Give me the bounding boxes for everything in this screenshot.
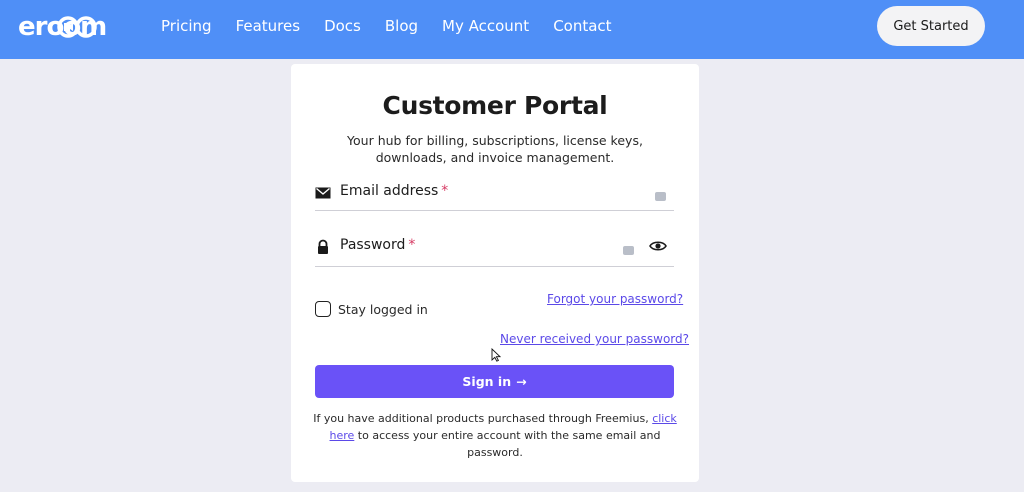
nav-contact[interactable]: Contact — [553, 17, 611, 35]
page-subtitle: Your hub for billing, subscriptions, lic… — [347, 133, 643, 165]
password-label: Password * — [340, 237, 416, 253]
main-nav: Pricing Features Docs Blog My Account Co… — [161, 17, 636, 35]
page-title: Customer Portal — [382, 91, 608, 120]
sign-in-button[interactable]: Sign in → — [315, 365, 674, 398]
eroom-logo-mark: eroom — [18, 12, 107, 42]
eroom-logo[interactable]: eroom — [18, 10, 124, 44]
stay-logged-in-label[interactable]: Stay logged in — [338, 302, 428, 317]
login-card: Customer Portal Your hub for billing, su… — [291, 64, 699, 482]
email-label: Email address * — [340, 183, 449, 199]
nav-blog[interactable]: Blog — [385, 17, 418, 35]
email-field[interactable]: Email address * — [315, 179, 674, 211]
stay-logged-in-checkbox[interactable] — [315, 301, 331, 317]
arrow-right-icon: → — [516, 374, 527, 389]
autofill-key-icon[interactable] — [655, 192, 666, 201]
stay-logged-in-row: Stay logged in — [315, 301, 428, 317]
top-navbar: eroom Pricing Features Docs Blog My Acco… — [0, 0, 1024, 59]
mouse-pointer-icon — [491, 348, 501, 362]
show-password-eye-icon[interactable] — [649, 239, 667, 253]
forgot-password-link[interactable]: Forgot your password? — [547, 292, 683, 306]
get-started-button[interactable]: Get Started — [877, 6, 985, 46]
logo-text: eroom — [18, 12, 106, 42]
nav-docs[interactable]: Docs — [324, 17, 361, 35]
never-received-password-link[interactable]: Never received your password? — [500, 332, 689, 346]
nav-pricing[interactable]: Pricing — [161, 17, 212, 35]
required-mark: * — [408, 237, 416, 253]
nav-my-account[interactable]: My Account — [442, 17, 529, 35]
sign-in-label: Sign in — [462, 374, 512, 389]
nav-features[interactable]: Features — [236, 17, 301, 35]
lock-icon — [318, 239, 328, 254]
autofill-key-icon[interactable] — [623, 246, 634, 255]
envelope-icon — [315, 187, 331, 199]
freemius-footer-note: If you have additional products purchase… — [313, 412, 677, 459]
required-mark: * — [441, 183, 449, 199]
password-field[interactable]: Password * — [315, 233, 674, 267]
